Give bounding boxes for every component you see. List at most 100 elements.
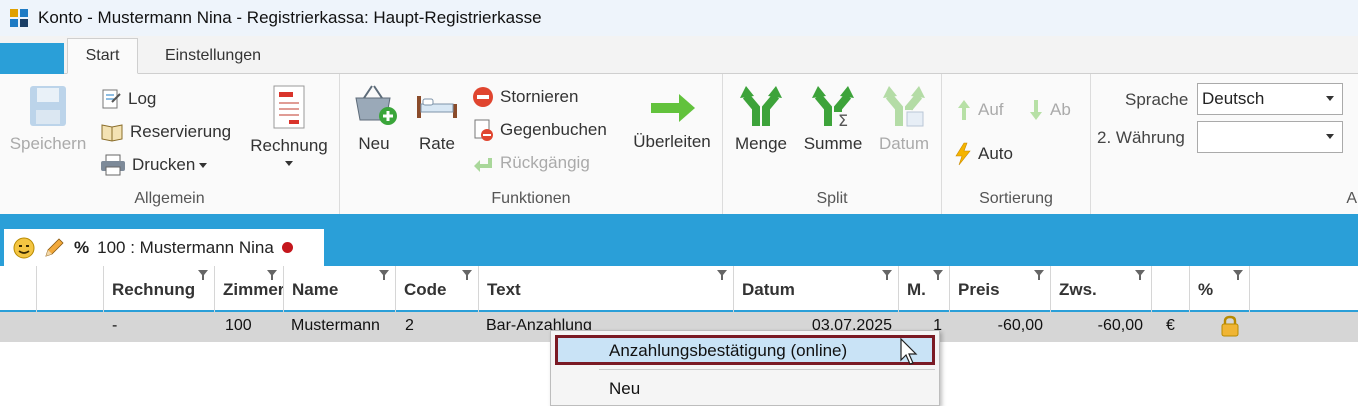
split-sum-icon: Σ	[812, 86, 854, 128]
arrow-right-icon	[651, 94, 695, 122]
tab-start[interactable]: Start	[67, 38, 138, 74]
context-menu-item-new-label: Neu	[609, 379, 641, 398]
sort-auto-button[interactable]: Auto	[954, 142, 1013, 166]
print-label: Drucken	[132, 155, 196, 174]
bed-icon	[417, 96, 457, 118]
sort-down-label: Ab	[1050, 100, 1071, 119]
arrow-down-icon	[1030, 100, 1042, 120]
filter-icon[interactable]	[462, 270, 472, 280]
column-currency[interactable]	[1151, 266, 1189, 312]
ribbon-tab-row: Start Einstellungen	[0, 36, 1358, 74]
column-rechnung[interactable]: Rechnung	[103, 266, 214, 312]
document-tab[interactable]: % 100 : Mustermann Nina	[4, 229, 324, 266]
column-icons[interactable]	[36, 266, 103, 312]
reservation-button[interactable]: Reservierung	[100, 121, 231, 143]
column-zimmer[interactable]: Zimmer	[214, 266, 283, 312]
group-ansicht: Sprache Deutsch 2. Währung Ans	[1091, 74, 1358, 214]
column-percent-label: %	[1198, 280, 1214, 299]
filter-icon[interactable]	[1233, 270, 1243, 280]
book-icon	[101, 124, 123, 142]
language-select-value: Deutsch	[1202, 89, 1265, 108]
chevron-down-icon	[1326, 134, 1334, 139]
counter-book-label: Gegenbuchen	[500, 120, 607, 139]
filter-icon[interactable]	[717, 270, 727, 280]
lock-icon	[1221, 315, 1239, 337]
invoice-dropdown-button[interactable]: Rechnung	[246, 84, 332, 168]
cancel-button[interactable]: Stornieren	[472, 86, 578, 108]
save-button[interactable]: Speichern	[6, 84, 90, 154]
column-m-label: M.	[907, 280, 926, 299]
print-dropdown-button[interactable]: Drucken	[100, 154, 211, 176]
filter-icon[interactable]	[198, 270, 208, 280]
split-date-label: Datum	[878, 134, 930, 153]
column-zws-label: Zws.	[1059, 280, 1097, 299]
group-label-funktionen: Funktionen	[491, 190, 571, 207]
new-button[interactable]: Neu	[348, 82, 400, 154]
column-name[interactable]: Name	[283, 266, 395, 312]
context-menu-item-deposit-confirmation-label: Anzahlungsbestätigung (online)	[609, 341, 848, 360]
split-date-button[interactable]: Datum	[873, 82, 935, 154]
undo-button[interactable]: Rückgängig	[472, 152, 590, 174]
context-menu-item-deposit-confirmation[interactable]: Anzahlungsbestätigung (online)	[555, 335, 935, 365]
undo-arrow-icon	[474, 158, 492, 172]
split-quantity-button[interactable]: Menge	[731, 82, 791, 154]
filter-icon[interactable]	[1135, 270, 1145, 280]
filter-icon[interactable]	[1034, 270, 1044, 280]
sort-up-button[interactable]: Auf	[956, 98, 1004, 122]
currency2-select[interactable]	[1197, 121, 1343, 153]
column-datum[interactable]: Datum	[733, 266, 898, 312]
column-zws[interactable]: Zws.	[1050, 266, 1151, 312]
grid-header: Rechnung Zimmer Name Code Text Datum M. …	[0, 266, 1358, 312]
tab-settings[interactable]: Einstellungen	[142, 38, 284, 74]
language-select[interactable]: Deutsch	[1197, 83, 1343, 115]
invoice-document-icon	[273, 85, 305, 129]
undo-label: Rückgängig	[500, 153, 590, 172]
filter-icon[interactable]	[882, 270, 892, 280]
column-datum-label: Datum	[742, 280, 795, 299]
split-arrow-icon	[740, 86, 782, 126]
sort-auto-label: Auto	[978, 144, 1013, 163]
sort-up-label: Auf	[978, 100, 1004, 119]
smiley-icon	[13, 237, 35, 258]
document-tab-bar: % 100 : Mustermann Nina	[0, 216, 1358, 266]
split-calendar-icon	[883, 86, 925, 127]
column-m[interactable]: M.	[898, 266, 949, 312]
transfer-button[interactable]: Überleiten	[626, 90, 718, 152]
rate-button[interactable]: Rate	[412, 82, 462, 154]
group-label-ansicht: Ans	[1346, 190, 1358, 207]
save-label: Speichern	[9, 134, 87, 153]
cell-zimmer: 100	[225, 317, 252, 334]
arrow-up-icon	[958, 100, 970, 120]
group-sortierung: Auf Ab Auto Sortierung	[942, 74, 1091, 214]
chevron-down-icon	[1326, 96, 1334, 101]
column-zimmer-label: Zimmer	[223, 280, 283, 299]
document-minus-icon	[474, 119, 493, 141]
filter-icon[interactable]	[267, 270, 277, 280]
column-rechnung-label: Rechnung	[112, 280, 196, 299]
split-sum-label: Summe	[803, 134, 863, 153]
percent-icon: %	[74, 237, 90, 257]
column-select[interactable]	[0, 266, 36, 312]
column-preis[interactable]: Preis	[949, 266, 1050, 312]
column-spacer	[1249, 266, 1358, 312]
file-menu-button[interactable]	[0, 43, 64, 74]
filter-icon[interactable]	[933, 270, 943, 280]
filter-icon[interactable]	[379, 270, 389, 280]
context-menu-item-new[interactable]: Neu	[555, 373, 935, 403]
split-sum-button[interactable]: Σ Summe	[799, 82, 867, 154]
column-text[interactable]: Text	[478, 266, 733, 312]
sort-down-button[interactable]: Ab	[1028, 98, 1071, 122]
column-percent[interactable]: %	[1189, 266, 1249, 312]
mouse-cursor-icon	[900, 338, 918, 365]
app-logo-icon	[10, 9, 28, 27]
document-tab-label: 100 : Mustermann Nina	[97, 237, 274, 257]
column-code[interactable]: Code	[395, 266, 478, 312]
basket-add-icon	[355, 85, 397, 125]
transfer-label: Überleiten	[633, 132, 711, 151]
log-button[interactable]: Log	[100, 88, 156, 110]
log-document-icon	[102, 89, 121, 109]
counter-book-button[interactable]: Gegenbuchen	[472, 119, 607, 141]
cell-zws: -60,00	[1097, 317, 1143, 334]
group-split: Menge Σ Summe Datum Split	[723, 74, 942, 214]
rate-label: Rate	[419, 134, 455, 153]
